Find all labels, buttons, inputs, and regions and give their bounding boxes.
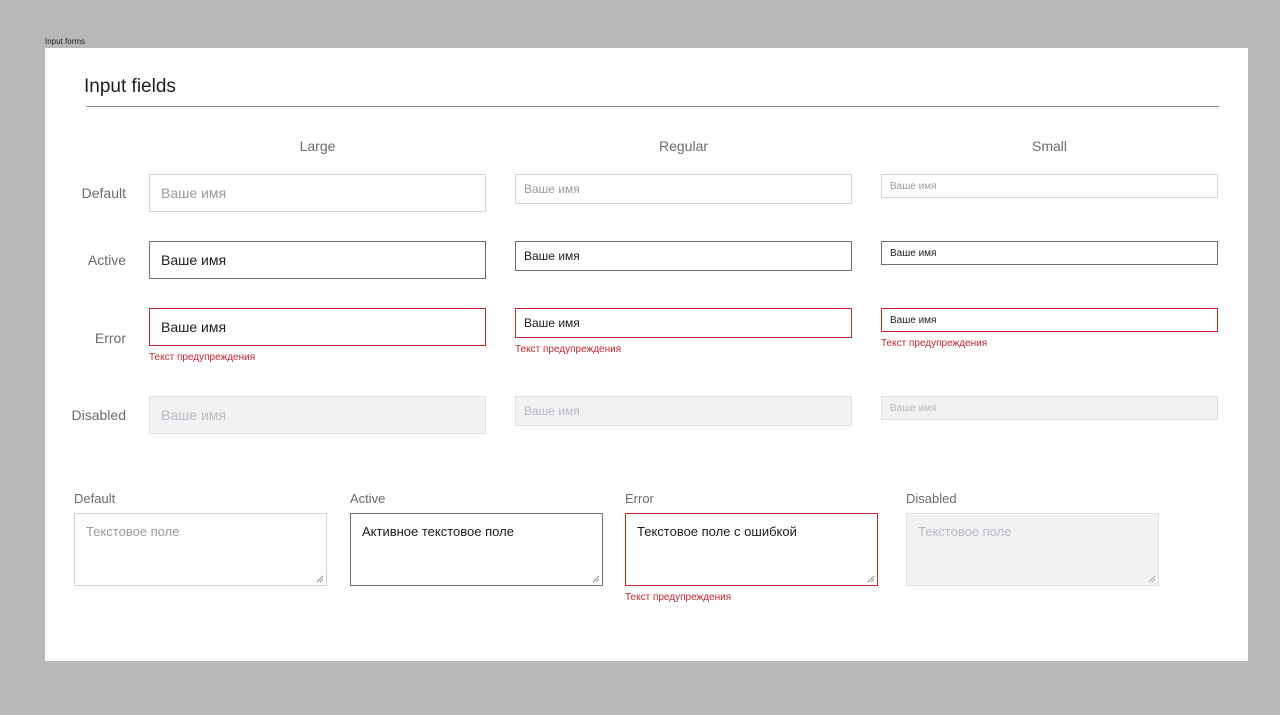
input-placeholder: Ваше имя (524, 182, 580, 196)
input-value: Ваше имя (890, 247, 937, 259)
input-regular-default[interactable]: Ваше имя (515, 174, 852, 204)
input-value: Ваше имя (890, 314, 937, 326)
input-fields-frame: Input fields Large Regular Small Default… (45, 48, 1248, 661)
row-label-active: Active (87, 252, 126, 268)
row-label-error: Error (94, 330, 126, 346)
textarea-value: Активное текстовое поле (362, 524, 514, 539)
resize-grip-icon[interactable] (592, 575, 600, 583)
input-large-error[interactable]: Ваше имя (149, 308, 486, 346)
input-small-active[interactable]: Ваше имя (881, 241, 1218, 265)
row-label-default: Default (81, 185, 126, 201)
title-divider (86, 106, 1219, 107)
textarea-disabled: Текстовое поле (906, 513, 1159, 586)
input-placeholder: Ваше имя (161, 185, 227, 201)
input-large-active[interactable]: Ваше имя (149, 241, 486, 279)
input-placeholder: Ваше имя (890, 180, 937, 192)
textarea-label-error: Error (625, 491, 654, 506)
column-header-regular: Regular (658, 138, 709, 154)
textarea-error[interactable]: Текстовое поле с ошибкой (625, 513, 878, 586)
column-header-small: Small (1031, 138, 1067, 154)
textarea-error-hint: Текст предупреждения (625, 592, 732, 603)
textarea-placeholder: Текстовое поле (86, 524, 180, 539)
column-header-large: Large (299, 138, 336, 154)
input-small-disabled: Ваше имя (881, 396, 1218, 420)
error-hint-large: Текст предупреждения (149, 352, 256, 363)
input-placeholder: Ваше имя (890, 402, 937, 414)
error-hint-regular: Текст предупреждения (515, 344, 622, 355)
page-title: Input fields (84, 76, 176, 97)
textarea-value: Текстовое поле с ошибкой (637, 524, 797, 539)
resize-grip-icon[interactable] (867, 575, 875, 583)
textarea-active[interactable]: Активное текстовое поле (350, 513, 603, 586)
input-value: Ваше имя (161, 319, 227, 335)
input-small-default[interactable]: Ваше имя (881, 174, 1218, 198)
row-label-disabled: Disabled (71, 407, 126, 423)
input-regular-active[interactable]: Ваше имя (515, 241, 852, 271)
error-hint-small: Текст предупреждения (881, 338, 988, 349)
input-large-default[interactable]: Ваше имя (149, 174, 486, 212)
input-placeholder: Ваше имя (161, 407, 227, 423)
input-value: Ваше имя (524, 316, 580, 330)
frame-label: Input forms (45, 37, 86, 46)
textarea-placeholder: Текстовое поле (918, 524, 1012, 539)
input-small-error[interactable]: Ваше имя (881, 308, 1218, 332)
textarea-label-active: Active (350, 491, 386, 506)
textarea-label-default: Default (74, 491, 116, 506)
input-value: Ваше имя (161, 252, 227, 268)
resize-grip-icon[interactable] (316, 575, 324, 583)
input-placeholder: Ваше имя (524, 404, 580, 418)
input-large-disabled: Ваше имя (149, 396, 486, 434)
textarea-label-disabled: Disabled (906, 491, 957, 506)
input-regular-error[interactable]: Ваше имя (515, 308, 852, 338)
input-value: Ваше имя (524, 249, 580, 263)
textarea-default[interactable]: Текстовое поле (74, 513, 327, 586)
input-regular-disabled: Ваше имя (515, 396, 852, 426)
resize-grip-icon (1148, 575, 1156, 583)
